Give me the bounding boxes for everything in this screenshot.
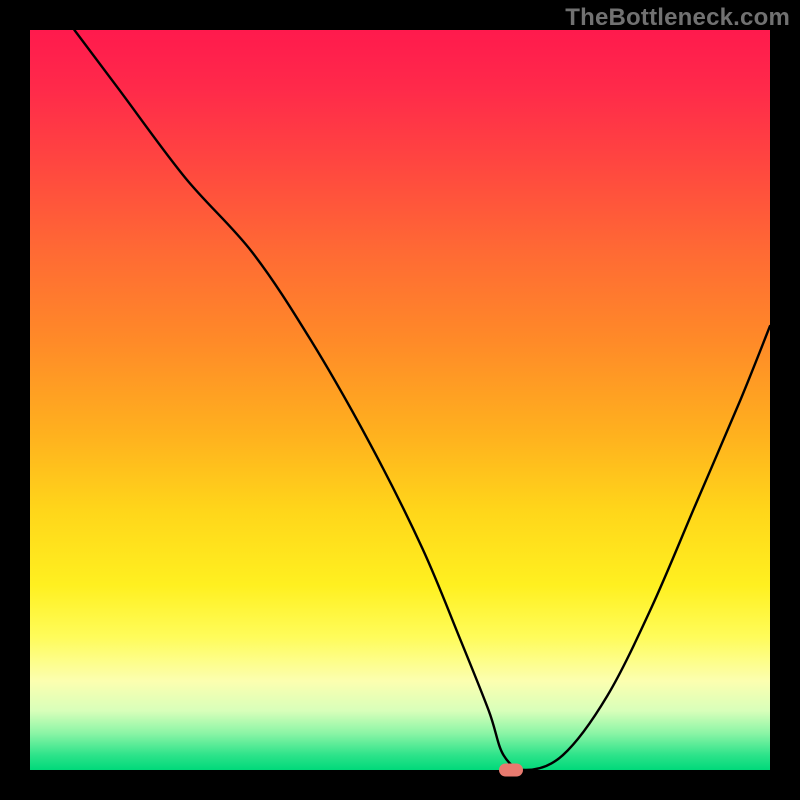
- chart-container: TheBottleneck.com: [0, 0, 800, 800]
- plot-area: [30, 30, 770, 770]
- watermark-text: TheBottleneck.com: [565, 4, 790, 32]
- optimal-marker: [499, 764, 523, 777]
- bottleneck-curve: [30, 30, 770, 770]
